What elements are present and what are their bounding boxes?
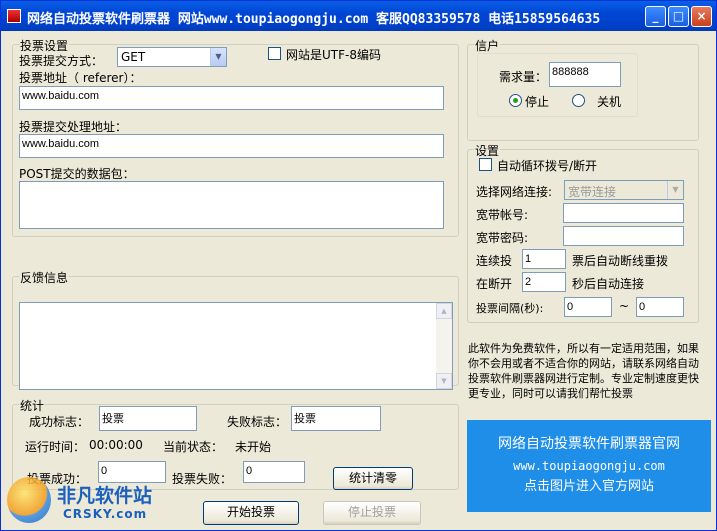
- continue-suffix: 票后自动断线重拨: [572, 254, 669, 268]
- auto-dial-label: 自动循环拨号/断开: [497, 159, 598, 173]
- success-flag-label: 成功标志：: [29, 415, 90, 429]
- clear-stats-button[interactable]: 统计清零: [333, 467, 413, 490]
- stats-legend: 统计: [19, 397, 46, 414]
- watermark-line1: 非凡软件站: [57, 485, 153, 507]
- interval-from-input[interactable]: 0: [564, 297, 612, 317]
- interval-tilde: ~: [619, 299, 630, 313]
- vote-fail-label: 投票失败：: [172, 472, 233, 486]
- title-bar[interactable]: 网络自动投票软件刷票器 网站www.toupiaogongju.com 客服QQ…: [1, 1, 716, 31]
- window-title: 网络自动投票软件刷票器 网站www.toupiaogongju.com 客服QQ…: [27, 12, 601, 27]
- watermark-ball-icon: [7, 477, 51, 523]
- chevron-down-icon[interactable]: ▼: [667, 181, 683, 199]
- stop-radio-label: 停止: [525, 95, 550, 109]
- stop-radio[interactable]: [509, 94, 522, 107]
- continue-input[interactable]: 1: [522, 249, 566, 269]
- interval-to-input[interactable]: 0: [636, 297, 684, 317]
- handler-input[interactable]: www.baidu.com: [19, 134, 444, 158]
- post-label: POST提交的数据包：: [19, 167, 135, 181]
- referer-label: 投票地址（ referer）：: [19, 71, 142, 85]
- watermark-line2: CRSKY.com: [63, 507, 148, 521]
- vote-fail-value: 0: [243, 461, 305, 483]
- runtime-value: 00:00:00: [89, 438, 143, 452]
- maximize-button[interactable]: □: [668, 6, 689, 27]
- banner-line1: 网络自动投票软件刷票器官网: [498, 436, 680, 452]
- feedback-scrollbar[interactable]: ▲ ▼: [436, 303, 452, 389]
- auto-dial-checkbox[interactable]: [479, 158, 492, 171]
- utf8-checkbox[interactable]: [268, 47, 281, 60]
- official-site-banner[interactable]: 网络自动投票软件刷票器官网 www.toupiaogongju.com 点击图片…: [467, 420, 711, 512]
- scroll-up-icon[interactable]: ▲: [436, 303, 452, 319]
- password-input[interactable]: [563, 226, 684, 246]
- continue-label: 连续投: [476, 254, 513, 268]
- watermark-logo: 非凡软件站 CRSKY.com: [3, 473, 163, 529]
- chevron-down-icon[interactable]: ▼: [210, 48, 226, 66]
- demand-label: 需求量：: [499, 70, 548, 84]
- connection-label: 选择网络连接:: [476, 185, 553, 199]
- referer-input[interactable]: www.baidu.com: [19, 86, 444, 110]
- account-input[interactable]: [563, 203, 684, 223]
- status-value: 未开始: [235, 440, 272, 454]
- post-data-textarea[interactable]: [19, 181, 444, 229]
- status-label: 当前状态：: [163, 440, 224, 454]
- fail-flag-label: 失败标志：: [227, 415, 288, 429]
- method-select-value: GET: [121, 50, 146, 64]
- utf8-label: 网站是UTF-8编码: [286, 48, 381, 62]
- connection-select[interactable]: 宽带连接 ▼: [564, 180, 684, 200]
- feedback-legend: 反馈信息: [19, 269, 70, 286]
- disconnect-label: 在断开: [476, 277, 513, 291]
- handler-label: 投票提交处理地址：: [19, 120, 128, 134]
- interval-label: 投票间隔(秒):: [476, 302, 544, 315]
- disconnect-input[interactable]: 2: [522, 272, 566, 292]
- stop-vote-button[interactable]: 停止投票: [323, 501, 421, 525]
- banner-line2: www.toupiaogongju.com: [513, 459, 665, 473]
- credit-legend: 信户: [474, 37, 501, 54]
- method-select[interactable]: GET ▼: [117, 47, 227, 67]
- method-label: 投票提交方式：: [19, 54, 104, 68]
- demand-input[interactable]: 888888: [549, 62, 621, 87]
- info-note: 此软件为免费软件，所以有一定适用范围，如果你不会用或者不适合你的网站，请联系网络…: [468, 342, 699, 400]
- app-icon: [7, 9, 21, 23]
- close-button[interactable]: ×: [691, 6, 712, 27]
- account-label: 宽带帐号:: [476, 208, 529, 222]
- runtime-label: 运行时间：: [25, 440, 86, 454]
- fail-flag-input[interactable]: 投票: [291, 406, 381, 431]
- success-flag-input[interactable]: 投票: [99, 406, 197, 431]
- main-window: 网络自动投票软件刷票器 网站www.toupiaogongju.com 客服QQ…: [0, 0, 717, 531]
- minimize-button[interactable]: _: [645, 6, 666, 27]
- feedback-textarea[interactable]: ▲ ▼: [19, 302, 453, 390]
- password-label: 宽带密码:: [476, 231, 529, 245]
- scroll-down-icon[interactable]: ▼: [436, 373, 452, 389]
- disconnect-suffix: 秒后自动连接: [572, 277, 645, 291]
- shutdown-radio[interactable]: [572, 94, 585, 107]
- start-vote-button[interactable]: 开始投票: [203, 501, 299, 525]
- banner-line3: 点击图片进入官方网站: [523, 479, 654, 494]
- shutdown-radio-label: 关机: [597, 95, 622, 109]
- connection-select-value: 宽带连接: [568, 185, 617, 199]
